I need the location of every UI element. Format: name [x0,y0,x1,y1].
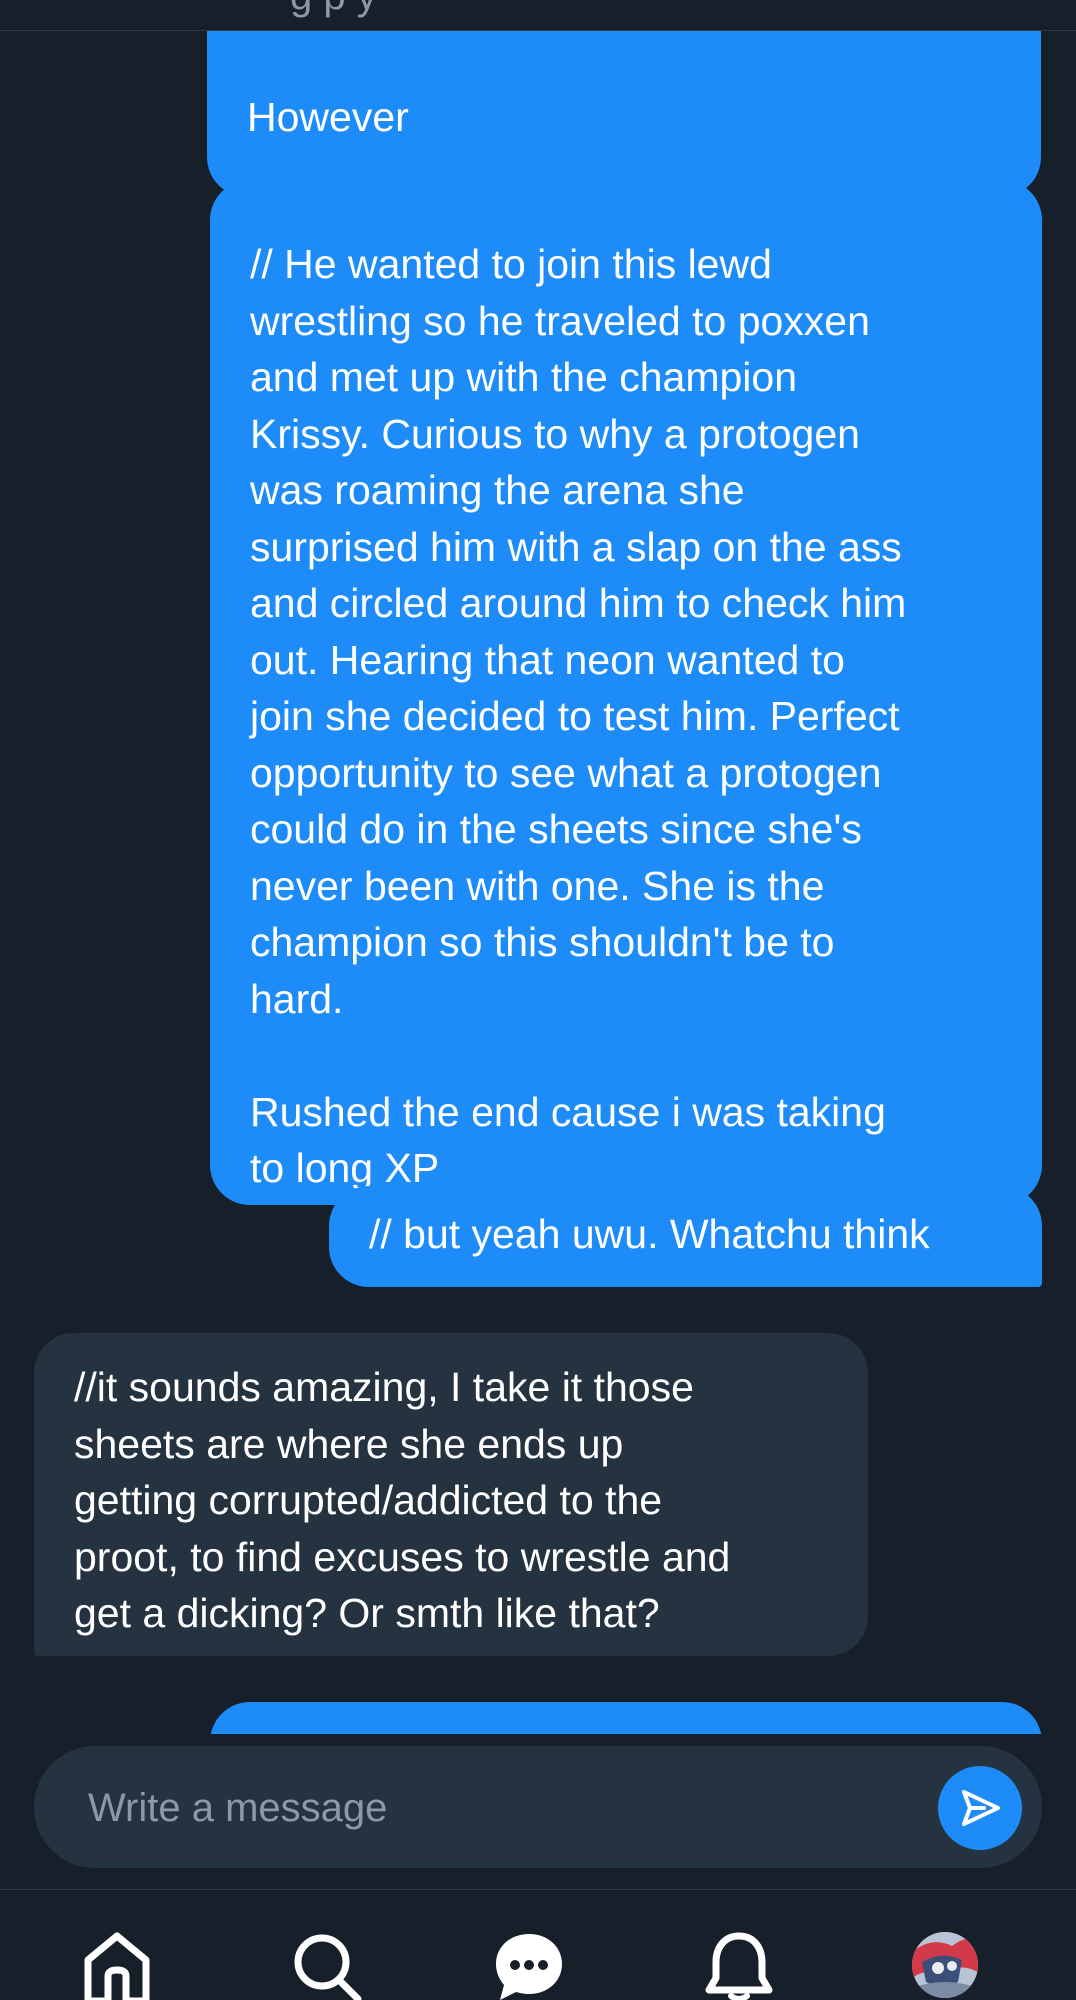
nav-messages[interactable] [494,1930,564,2000]
chat-bubble-icon [496,1934,562,2000]
nav-home[interactable] [82,1930,152,2000]
message-bubble-sent[interactable]: However [207,31,1041,197]
header-subtitle: g p y [290,0,377,19]
bell-icon [705,1932,773,2000]
message-bubble-sent[interactable]: // He wanted to join this lewd wrestling… [210,180,1042,1205]
home-icon [84,1932,150,2000]
send-button[interactable] [938,1766,1022,1850]
nav-search[interactable] [292,1930,362,2000]
message-thread[interactable]: However // He wanted to join this lewd w… [0,31,1076,1734]
search-icon [294,1934,362,2000]
avatar [912,1932,978,1998]
nav-notifications[interactable] [704,1930,774,2000]
profile-avatar[interactable] [912,1932,978,1998]
conversation-header: g p y [0,0,1076,31]
message-composer [34,1746,1042,1868]
message-bubble-sent[interactable]: // but yeah uwu. Whatchu think [329,1186,1042,1287]
send-icon [962,1790,1000,1826]
message-bubble-received[interactable]: //it sounds amazing, I take it those she… [34,1333,868,1656]
message-input[interactable] [86,1772,930,1844]
bottom-navigation [0,1889,1076,2000]
message-bubble-sent[interactable] [210,1702,1042,1734]
